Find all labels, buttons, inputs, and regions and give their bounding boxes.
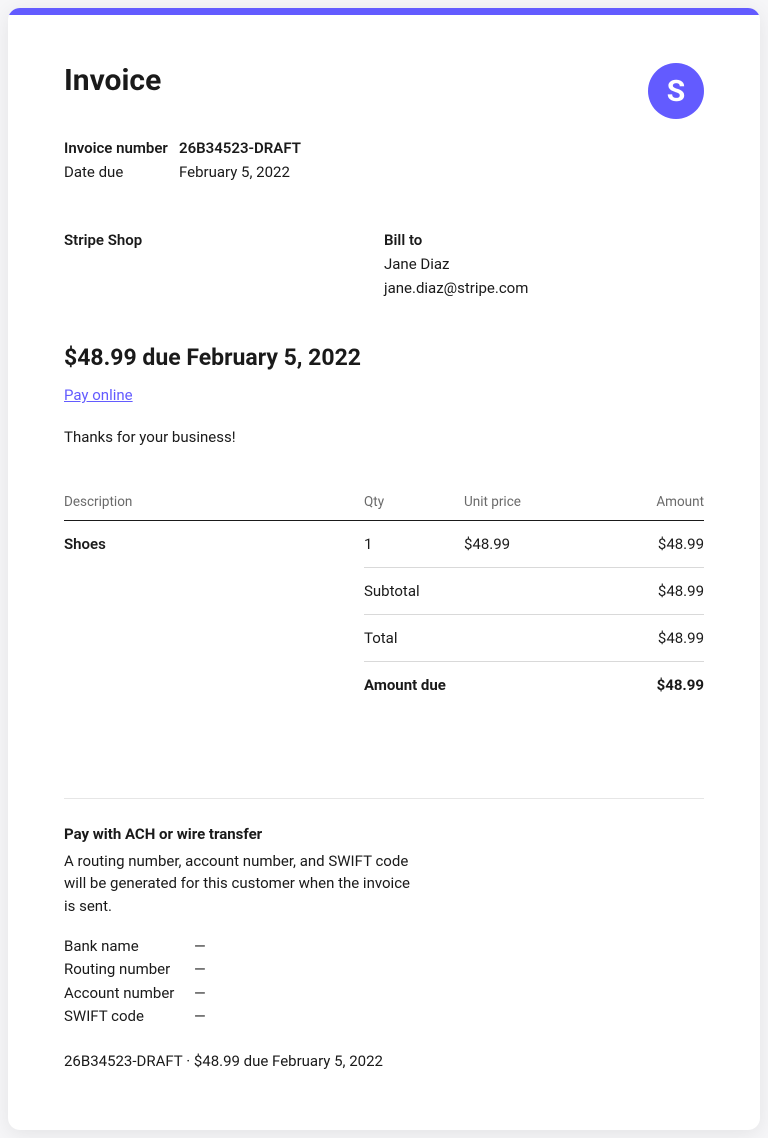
amount-due-heading: $48.99 due February 5, 2022	[64, 344, 704, 371]
col-qty: Qty	[364, 486, 464, 521]
subtotal-value: $48.99	[594, 568, 704, 615]
swift-value: —	[194, 1005, 206, 1028]
item-qty: 1	[364, 521, 464, 568]
col-amount: Amount	[594, 486, 704, 521]
footer-summary: 26B34523-DRAFT · $48.99 due February 5, …	[64, 1052, 704, 1070]
merchant-logo-icon: S	[648, 63, 704, 119]
page-title: Invoice	[64, 63, 161, 98]
from-name: Stripe Shop	[64, 228, 384, 252]
top-accent-bar	[8, 8, 760, 15]
col-description: Description	[64, 486, 364, 521]
to-party: Bill to Jane Diaz jane.diaz@stripe.com	[384, 228, 528, 300]
amount-due-value: $48.99	[594, 662, 704, 709]
subtotal-label: Subtotal	[364, 568, 594, 615]
total-row: Total $48.99	[64, 615, 704, 662]
item-description: Shoes	[64, 521, 364, 568]
subtotal-row: Subtotal $48.99	[64, 568, 704, 615]
payment-section: Pay with ACH or wire transfer A routing …	[64, 823, 424, 1028]
payment-description: A routing number, account number, and SW…	[64, 850, 424, 918]
invoice-card: Invoice S Invoice number 26B34523-DRAFT …	[8, 8, 760, 1130]
pay-online-link[interactable]: Pay online	[64, 386, 133, 404]
routing-value: —	[194, 958, 206, 981]
item-amount: $48.99	[594, 521, 704, 568]
date-due-label: Date due	[64, 160, 179, 184]
payment-heading: Pay with ACH or wire transfer	[64, 823, 424, 846]
invoice-number-label: Invoice number	[64, 136, 179, 160]
amount-due-label: Amount due	[364, 662, 594, 709]
routing-label: Routing number	[64, 958, 194, 981]
bill-to-email: jane.diaz@stripe.com	[384, 276, 528, 300]
bank-name-label: Bank name	[64, 935, 194, 958]
bill-to-name: Jane Diaz	[384, 252, 528, 276]
invoice-meta: Invoice number 26B34523-DRAFT Date due F…	[64, 136, 704, 184]
total-label: Total	[364, 615, 594, 662]
account-label: Account number	[64, 982, 194, 1005]
table-row: Shoes 1 $48.99 $48.99	[64, 521, 704, 568]
parties-row: Stripe Shop Bill to Jane Diaz jane.diaz@…	[64, 228, 704, 300]
line-items-table: Description Qty Unit price Amount Shoes …	[64, 486, 704, 708]
date-due-value: February 5, 2022	[179, 160, 290, 184]
section-divider	[64, 798, 704, 799]
thanks-message: Thanks for your business!	[64, 428, 704, 446]
amount-due-row: Amount due $48.99	[64, 662, 704, 709]
item-unit-price: $48.99	[464, 521, 594, 568]
swift-label: SWIFT code	[64, 1005, 194, 1028]
account-value: —	[194, 982, 206, 1005]
from-party: Stripe Shop	[64, 228, 384, 300]
bank-name-value: —	[194, 935, 206, 958]
col-unit-price: Unit price	[464, 486, 594, 521]
header-row: Invoice S	[64, 63, 704, 136]
bill-to-label: Bill to	[384, 228, 528, 252]
total-value: $48.99	[594, 615, 704, 662]
invoice-number-value: 26B34523-DRAFT	[179, 136, 301, 160]
